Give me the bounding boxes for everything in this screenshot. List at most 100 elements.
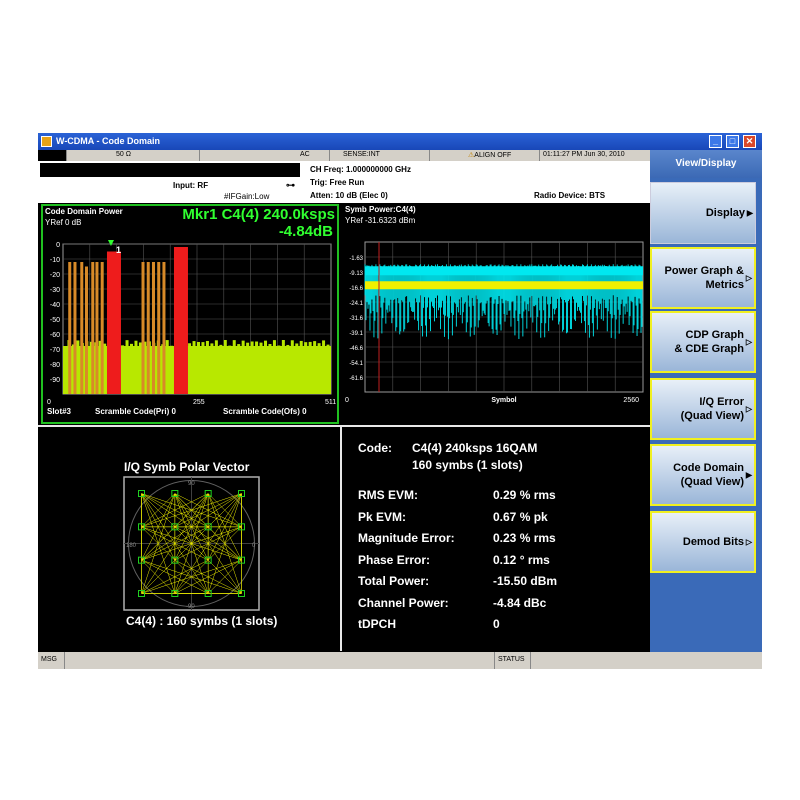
scramble-ofs-label: Scramble Code(Ofs) 0 xyxy=(223,407,307,416)
softkey-display[interactable]: Display ▶ xyxy=(650,182,756,244)
code-domain-power-panel[interactable]: Code Domain Power YRef 0 dB Mkr1 C4(4) 2… xyxy=(41,204,339,424)
metric-label: Phase Error: xyxy=(358,552,431,567)
cdp-y-tick: -40 xyxy=(50,302,60,309)
submenu-open-arrow-icon: ▷ xyxy=(745,404,752,414)
softkey-label: Display xyxy=(705,207,745,219)
submenu-arrow-icon: ▶ xyxy=(746,208,753,218)
impedance-status: 50 Ω xyxy=(116,151,131,158)
submenu-open-arrow-icon: ▷ xyxy=(745,337,752,347)
cdp-noise-spike xyxy=(264,340,267,346)
minimize-icon[interactable]: _ xyxy=(709,135,722,148)
cdp-code-bar xyxy=(146,262,150,394)
softkey-menu: View/Display Display ▶ Power Graph & Metric… xyxy=(650,150,762,652)
cdp-x-tick: 255 xyxy=(193,399,205,406)
cdp-noise-spike xyxy=(268,344,272,346)
metric-label: RMS EVM: xyxy=(358,488,418,502)
message-bar: MSG STATUS xyxy=(38,652,762,669)
iq-axis-top: 90 xyxy=(188,481,195,487)
cdp-code-bar xyxy=(68,262,72,394)
cdp-x-tick: 0 xyxy=(47,399,51,406)
cdp-noise-spike xyxy=(237,344,241,346)
metric-value: 0.29 % rms xyxy=(493,488,556,502)
iq-axis-bottom: -90 xyxy=(186,604,195,610)
cdp-y-tick: -70 xyxy=(50,347,60,354)
cdp-x-tick: 511 xyxy=(325,399,336,406)
status-label: STATUS xyxy=(498,656,525,663)
app-icon xyxy=(41,136,52,147)
symb-y-tick: -61.6 xyxy=(349,376,363,382)
cdp-noise-spike xyxy=(326,344,330,346)
cdp-marker-icon xyxy=(107,240,114,246)
ifgain-info: #IFGain:Low xyxy=(224,192,270,201)
softkey-power-graph-metrics[interactable]: Power Graph & Metrics ▷ xyxy=(650,247,756,309)
code-label: Code: xyxy=(358,441,392,455)
cdp-code-bar xyxy=(95,262,99,394)
cdp-y-tick: -60 xyxy=(50,332,60,339)
symb-y-tick: -16.6 xyxy=(349,286,363,292)
cdp-y-tick: 0 xyxy=(56,242,60,249)
cdp-noise-spike xyxy=(219,344,223,346)
measurement-info: Input: RF ⊶ #IFGain:Low CH Freq: 1.00000… xyxy=(38,161,650,203)
metric-label: Channel Power: xyxy=(358,595,449,610)
symb-y-tick: -1.63 xyxy=(349,256,363,262)
ch-freq-info: CH Freq: 1.000000000 GHz xyxy=(310,165,411,174)
cdp-noise-spike xyxy=(317,343,321,346)
cdp-code-bar xyxy=(162,262,166,394)
cdp-y-tick: -50 xyxy=(50,317,60,324)
symbol-power-panel[interactable]: Symb Power:C4(4) YRef -31.6323 dBm -1.63… xyxy=(343,204,646,424)
scramble-pri-label: Scramble Code(Pri) 0 xyxy=(95,407,176,416)
cdp-noise-spike xyxy=(165,340,169,346)
slot-label: Slot#3 xyxy=(47,407,72,416)
cdp-noise-spike xyxy=(299,340,303,346)
analyzer-window: W-CDMA - Code Domain _ □ ✕ 50 Ω AC SENSE… xyxy=(38,133,762,669)
cdp-noise-spike xyxy=(192,341,196,346)
arrow-icon: ⊶ xyxy=(286,180,295,190)
symb-upper-band xyxy=(365,266,643,276)
cdp-noise-spike xyxy=(138,342,142,346)
cdp-code-bar xyxy=(80,262,84,394)
symb-y-tick: -9.13 xyxy=(349,271,363,277)
cdp-code-bar xyxy=(157,262,161,394)
softkey-code-domain-quad-view[interactable]: Code Domain (Quad View) ▶ xyxy=(650,444,756,506)
softkey-cdp-graph-cde-graph[interactable]: CDP Graph & CDE Graph ▷ xyxy=(650,311,756,373)
iq-polar-panel[interactable]: I/Q Symb Polar Vector 90 180 0 -90 C4(4)… xyxy=(38,427,340,651)
trig-info: Trig: Free Run xyxy=(310,178,365,187)
softkey-label: Power Graph & Metrics xyxy=(664,265,744,291)
cdp-noise-spike xyxy=(241,340,245,346)
cdp-noise-spike xyxy=(246,342,250,346)
cdp-noise-spike xyxy=(295,343,299,346)
symb-chart: -1.63 -9.13 -16.6 -24.1 -31.6 -39.1 -46.6 -54.1… xyxy=(345,241,644,404)
cdp-noise-spike xyxy=(259,342,263,346)
softkey-label: CDP Graph & CDE Graph xyxy=(674,329,744,355)
cdp-noise-spike xyxy=(210,343,214,346)
close-icon[interactable]: ✕ xyxy=(743,135,756,148)
metrics-panel: Code: C4(4) 240ksps 16QAM 160 symbs (1 s… xyxy=(342,427,650,651)
metric-value: -15.50 dBm xyxy=(493,574,558,588)
atten-info: Atten: 10 dB (Elec 0) xyxy=(310,191,388,200)
softkey-menu-header: View/Display xyxy=(650,150,762,178)
cdp-y-tick: -10 xyxy=(50,257,60,264)
cdp-noise-spike xyxy=(281,340,285,346)
cdp-selected-bar xyxy=(106,251,121,394)
softkey-iq-error-quad-view[interactable]: I/Q Error (Quad View) ▷ xyxy=(650,378,756,440)
cdp-code-bar xyxy=(91,262,95,394)
softkey-label: Code Domain (Quad View) xyxy=(673,462,744,488)
title-bar: W-CDMA - Code Domain _ □ ✕ xyxy=(38,133,762,150)
metric-value: 0 xyxy=(493,617,500,631)
maximize-icon[interactable]: □ xyxy=(726,135,739,148)
window-title: W-CDMA - Code Domain xyxy=(56,136,160,146)
status-row: 50 Ω AC SENSE:INT ⚠ALIGN OFF 01:11:27 PM… xyxy=(38,150,650,161)
cdp-code-bar xyxy=(84,266,88,394)
cdp-noise-spike xyxy=(134,340,138,346)
cdp-red-bar xyxy=(173,247,188,394)
cdp-y-tick: -80 xyxy=(50,362,60,369)
code-sub: 160 symbs (1 slots) xyxy=(412,458,523,472)
coupling-status: AC xyxy=(300,151,310,158)
align-status: ⚠ALIGN OFF xyxy=(468,152,512,159)
cdp-noise-spike xyxy=(313,341,317,346)
cdp-noise-spike xyxy=(223,340,227,346)
cdp-noise-spike xyxy=(308,341,312,346)
cdp-marker-label: 1 xyxy=(116,245,121,255)
softkey-demod-bits[interactable]: Demod Bits ▷ xyxy=(650,511,756,573)
metric-label: Total Power: xyxy=(358,574,430,588)
